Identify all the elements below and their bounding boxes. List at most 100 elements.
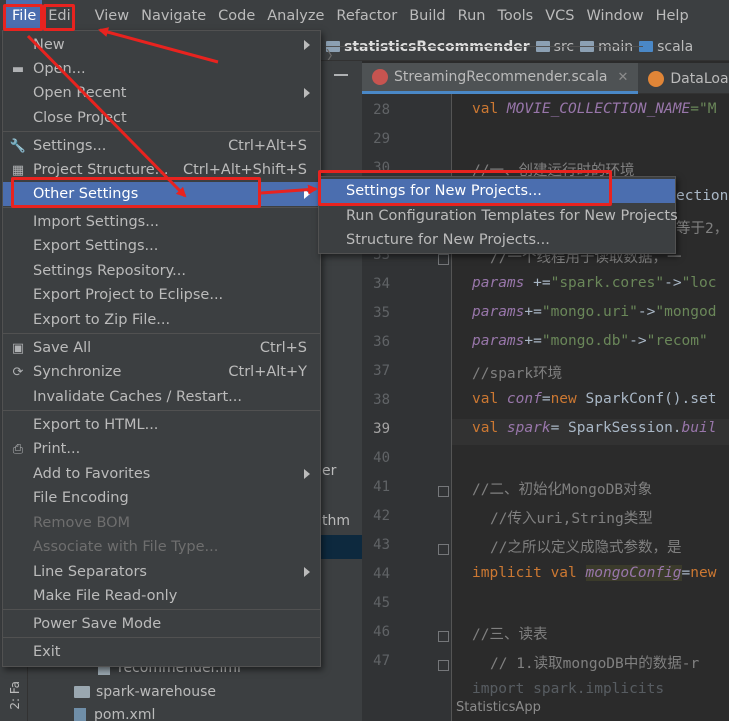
menu-item-open[interactable]: ▬ Open... [3, 57, 320, 81]
menu-item-file-encoding[interactable]: File Encoding [3, 486, 320, 510]
menu-item-power-save-mode[interactable]: Power Save Mode [3, 612, 320, 636]
tree-item-spark-warehouse[interactable]: spark-warehouse [74, 684, 216, 700]
line-number: 28 [373, 102, 390, 118]
menu-file[interactable]: File [6, 0, 43, 33]
menu-separator [3, 207, 320, 208]
menu-item-print[interactable]: ⎙ Print... [3, 437, 320, 461]
menu-help[interactable]: Help [650, 0, 695, 33]
folder-icon [74, 686, 90, 698]
project-structure-icon: ▦ [11, 162, 25, 178]
favorites-tool-label[interactable]: 2: Fa [8, 681, 22, 710]
menu-item-remove-bom: Remove BOM [33, 515, 131, 531]
fold-marker-icon[interactable] [438, 544, 449, 555]
menu-separator [3, 131, 320, 132]
menu-refactor[interactable]: Refactor [330, 0, 403, 33]
submenu-arrow-icon [304, 88, 310, 98]
code-line-44: implicit val mongoConfig=new [472, 565, 717, 581]
menu-analyze[interactable]: Analyze [261, 0, 330, 33]
submenu-arrow-icon [304, 469, 310, 479]
code-line-38: val conf=new SparkConf().set [472, 391, 717, 407]
code-line-35: params+="mongo.uri"->"mongod [472, 304, 717, 320]
menu-item-project-structure[interactable]: ▦ Project Structure... Ctrl+Alt+Shift+S [3, 158, 320, 182]
line-number: 34 [373, 276, 390, 292]
line-number: 29 [373, 131, 390, 147]
code-line-34: params +="spark.cores"->"loc [472, 275, 717, 291]
line-number: 45 [373, 595, 390, 611]
menu-item-invalidate-caches[interactable]: Invalidate Caches / Restart... [3, 385, 320, 409]
menu-item-export-zip[interactable]: Export to Zip File... [3, 308, 320, 332]
menu-view[interactable]: View [89, 0, 135, 33]
code-line-28: val MOVIE_COLLECTION_NAME="M [472, 101, 717, 117]
line-number: 41 [373, 479, 390, 495]
menu-window[interactable]: Window [580, 0, 649, 33]
editor-hint: StatisticsApp [456, 700, 541, 715]
code-line-31: ection. [676, 188, 729, 204]
tree-item-label: pom.xml [94, 707, 156, 721]
fold-marker-icon[interactable] [438, 660, 449, 671]
code-line-46: //三、读表 [472, 627, 548, 643]
fold-marker-icon[interactable] [438, 254, 449, 265]
menu-item-import-settings[interactable]: Import Settings... [3, 210, 320, 234]
menu-item-associate-file-type: Associate with File Type... [33, 539, 219, 555]
menu-item-settings-repository[interactable]: Settings Repository... [3, 259, 320, 283]
menu-item-add-to-favorites[interactable]: Add to Favorites [3, 462, 320, 486]
project-pane-header [320, 61, 362, 94]
sync-icon: ⟳ [12, 364, 24, 380]
selected-tree-row[interactable] [320, 535, 362, 559]
menu-run[interactable]: Run [452, 0, 492, 33]
menu-item-new[interactable]: New [3, 33, 320, 57]
minimize-icon[interactable] [334, 74, 348, 76]
fold-marker-icon[interactable] [438, 631, 449, 642]
menu-item-close-project[interactable]: Close Project [3, 106, 320, 130]
menu-separator [3, 609, 320, 610]
menu-item-export-eclipse[interactable]: Export Project to Eclipse... [3, 283, 320, 307]
menu-tools[interactable]: Tools [491, 0, 539, 33]
submenu-arrow-icon [304, 567, 310, 577]
close-icon[interactable]: ✕ [618, 70, 629, 85]
menu-item-synchronize[interactable]: ⟳ Synchronize Ctrl+Alt+Y [3, 360, 320, 384]
fold-marker-icon[interactable] [438, 486, 449, 497]
menu-separator [3, 637, 320, 638]
line-number: 30 [373, 160, 390, 176]
menu-item-exit[interactable]: Exit [3, 640, 320, 664]
save-icon: ▣ [11, 340, 25, 356]
line-number: 37 [373, 363, 390, 379]
submenu-item-settings-new-projects[interactable]: Settings for New Projects... [319, 179, 675, 203]
tree-item-label: spark-warehouse [96, 684, 216, 700]
menu-build[interactable]: Build [403, 0, 451, 33]
submenu-item-run-config-templates[interactable]: Run Configuration Templates for New Proj… [319, 204, 678, 228]
menu-edit[interactable]: Edi [42, 0, 72, 33]
menu-item-export-html[interactable]: Export to HTML... [3, 413, 320, 437]
menu-code[interactable]: Code [212, 0, 261, 33]
menu-item-settings[interactable]: 🔧 Settings... Ctrl+Alt+S [3, 134, 320, 158]
menu-item-export-settings[interactable]: Export Settings... [3, 234, 320, 258]
submenu-item-structure-new-projects[interactable]: Structure for New Projects... [319, 228, 675, 252]
maven-file-icon [74, 708, 86, 721]
folder-open-icon: ▬ [11, 61, 25, 77]
line-number: 40 [373, 450, 390, 466]
other-settings-submenu: Settings for New Projects... Run Configu… [318, 176, 678, 254]
submenu-arrow-icon [304, 40, 310, 50]
code-line-43: //之所以定义成隐式参数，是 [490, 540, 682, 556]
line-number-current: 39 [373, 421, 390, 437]
breadcrumb-scala[interactable]: scala 〉 [326, 39, 693, 60]
menu-item-line-separators[interactable]: Line Separators [3, 560, 320, 584]
menu-item-other-settings[interactable]: Other Settings [3, 182, 320, 206]
line-number: 42 [373, 508, 390, 524]
tree-fragment-thm: thm [322, 513, 350, 529]
tab-data-loader[interactable]: DataLoade [638, 63, 729, 94]
code-line-39: val spark= SparkSession.buil [472, 420, 717, 436]
menu-item-save-all[interactable]: ▣ Save All Ctrl+S [3, 336, 320, 360]
menu-navigate[interactable]: Navigate [135, 0, 212, 33]
code-line-32: 等于2， [676, 221, 729, 237]
tab-streaming-recommender[interactable]: StreamingRecommender.scala ✕ [362, 63, 639, 94]
submenu-arrow-icon [304, 189, 310, 199]
menu-vcs[interactable]: VCS [539, 0, 580, 33]
line-number: 35 [373, 305, 390, 321]
tree-item-pom-xml[interactable]: pom.xml [74, 707, 155, 721]
code-line-47: // 1.读取mongoDB中的数据-r [490, 656, 700, 672]
menu-separator [3, 410, 320, 411]
menu-item-open-recent[interactable]: Open Recent [3, 81, 320, 105]
menu-item-make-read-only[interactable]: Make File Read-only [3, 584, 320, 608]
code-line-36: params+="mongo.db"->"recom" [472, 333, 708, 349]
